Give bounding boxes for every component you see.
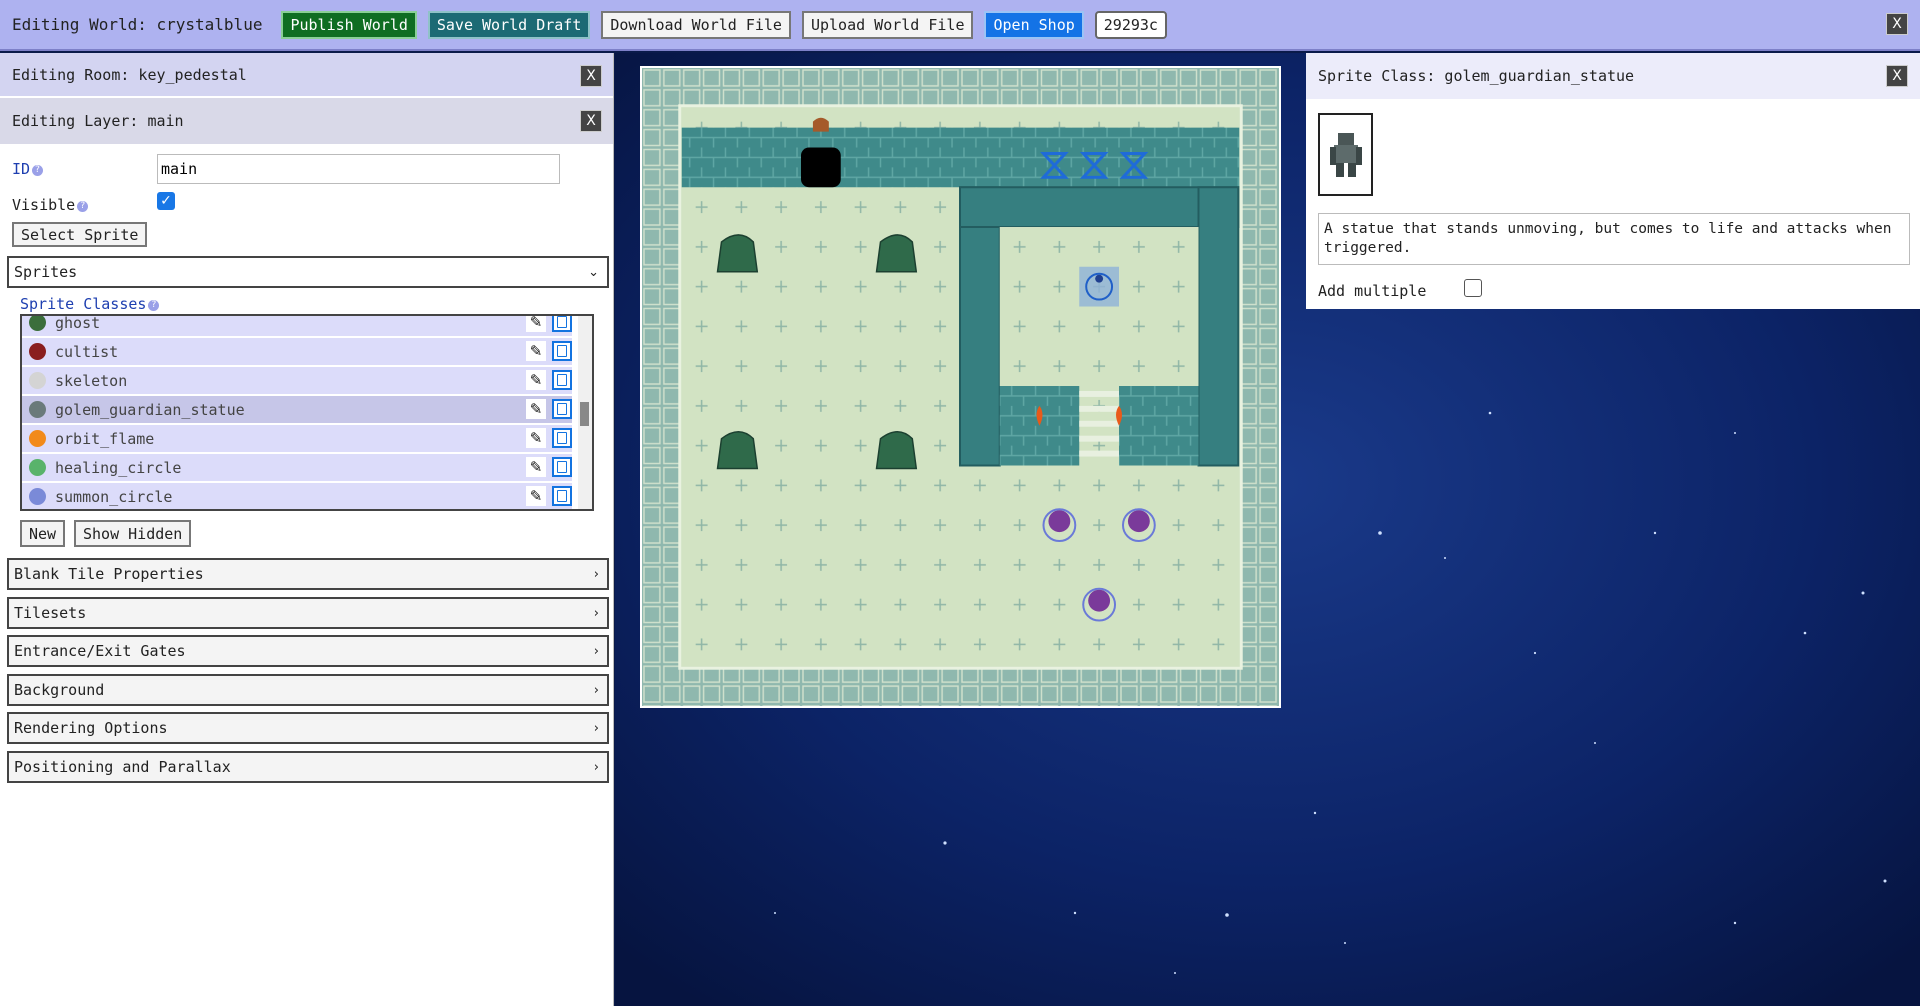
section-label: Positioning and Parallax <box>14 758 231 776</box>
layer-title: Editing Layer: main <box>12 112 184 130</box>
pencil-icon[interactable]: ✎ <box>526 486 546 506</box>
flame-icon <box>29 430 46 447</box>
positioning-parallax-section[interactable]: Positioning and Parallax › <box>7 751 609 783</box>
sprite-class-item-selected[interactable]: golem_guardian_statue ✎ <box>22 396 572 423</box>
tilesets-section[interactable]: Tilesets › <box>7 597 609 629</box>
scrollbar-thumb[interactable] <box>580 402 589 426</box>
skeleton-icon <box>29 372 46 389</box>
pencil-icon[interactable]: ✎ <box>526 316 546 332</box>
healing-circle-icon <box>29 459 46 476</box>
copy-icon[interactable] <box>552 428 572 448</box>
section-label: Rendering Options <box>14 719 168 737</box>
close-layer-button[interactable]: X <box>580 110 602 132</box>
close-editor-button[interactable]: X <box>1886 13 1908 35</box>
visible-label: Visible? <box>12 196 89 214</box>
sprite-class-item[interactable]: cultist ✎ <box>22 338 572 365</box>
layer-header: Editing Layer: main X <box>0 98 613 144</box>
publish-world-button[interactable]: Publish World <box>281 10 417 39</box>
sprite-class-item[interactable]: summon_circle ✎ <box>22 483 572 509</box>
chevron-right-icon: › <box>593 759 599 775</box>
open-shop-button[interactable]: Open Shop <box>984 10 1084 39</box>
rendering-options-section[interactable]: Rendering Options › <box>7 712 609 744</box>
golem-statue-icon <box>1329 132 1362 177</box>
background-section[interactable]: Background › <box>7 674 609 706</box>
golem-icon <box>29 401 46 418</box>
copy-icon[interactable] <box>552 399 572 419</box>
world-code-field[interactable]: 29293c <box>1094 10 1167 39</box>
copy-icon[interactable] <box>552 341 572 361</box>
chevron-right-icon: › <box>593 682 599 698</box>
sprites-section-header[interactable]: Sprites ⌄ <box>7 256 609 288</box>
sprite-classes-list: ghost ✎ cultist ✎ skeleton ✎ golem_guard… <box>20 314 594 511</box>
save-world-draft-button[interactable]: Save World Draft <box>427 10 591 39</box>
sprite-class-item[interactable]: healing_circle ✎ <box>22 454 572 481</box>
entrance-exit-gates-section[interactable]: Entrance/Exit Gates › <box>7 635 609 667</box>
show-hidden-button[interactable]: Show Hidden <box>74 520 192 547</box>
ghost-icon <box>29 316 46 331</box>
copy-icon[interactable] <box>552 316 572 332</box>
visible-checkbox[interactable]: ✓ <box>157 192 175 210</box>
help-icon[interactable]: ? <box>32 165 44 176</box>
summon-circle-icon <box>29 488 46 505</box>
room-header: Editing Room: key_pedestal X <box>0 53 613 98</box>
chevron-right-icon: › <box>593 605 599 621</box>
sprite-class-panel: Sprite Class: golem_guardian_statue X A … <box>1306 53 1920 309</box>
pencil-icon[interactable]: ✎ <box>526 428 546 448</box>
sprite-class-name: cultist <box>55 342 119 361</box>
section-label: Entrance/Exit Gates <box>14 642 186 660</box>
sprite-classes-label: Sprite Classes? <box>20 295 160 313</box>
sprite-class-description[interactable]: A statue that stands unmoving, but comes… <box>1318 213 1910 265</box>
help-icon[interactable]: ? <box>148 300 160 311</box>
id-label: ID? <box>12 160 44 178</box>
chevron-right-icon: › <box>593 720 599 736</box>
close-room-button[interactable]: X <box>580 65 602 87</box>
sprite-class-name: summon_circle <box>55 487 173 506</box>
add-multiple-label: Add multiple <box>1318 282 1427 300</box>
copy-icon[interactable] <box>552 486 572 506</box>
section-label: Blank Tile Properties <box>14 565 204 583</box>
section-label: Background <box>14 681 105 699</box>
copy-icon[interactable] <box>552 370 572 390</box>
sprite-class-header: Sprite Class: golem_guardian_statue X <box>1306 53 1920 99</box>
room-title: Editing Room: key_pedestal <box>12 65 247 84</box>
sprite-class-item[interactable]: orbit_flame ✎ <box>22 425 572 452</box>
upload-world-file-button[interactable]: Upload World File <box>801 10 974 39</box>
world-title: Editing World: crystalblue <box>12 15 263 34</box>
sprite-class-name: orbit_flame <box>55 429 155 448</box>
cultist-icon <box>29 343 46 360</box>
sprite-class-name: ghost <box>55 314 101 332</box>
copy-icon[interactable] <box>552 457 572 477</box>
pencil-icon[interactable]: ✎ <box>526 370 546 390</box>
sprite-class-name: golem_guardian_statue <box>55 400 245 419</box>
pencil-icon[interactable]: ✎ <box>526 399 546 419</box>
chevron-right-icon: › <box>593 566 599 582</box>
select-sprite-button[interactable]: Select Sprite <box>12 222 148 247</box>
help-icon[interactable]: ? <box>77 201 89 212</box>
section-label: Tilesets <box>14 604 87 622</box>
sprite-class-name: skeleton <box>55 371 128 390</box>
sprite-class-item[interactable]: ghost ✎ <box>22 314 572 336</box>
sprite-preview <box>1318 113 1373 196</box>
layer-id-input[interactable] <box>157 154 560 184</box>
sprite-class-item[interactable]: skeleton ✎ <box>22 367 572 394</box>
pencil-icon[interactable]: ✎ <box>526 457 546 477</box>
sprites-section-label: Sprites <box>14 263 78 281</box>
new-sprite-class-button[interactable]: New <box>20 520 66 547</box>
room-map-canvas[interactable] <box>640 66 1281 708</box>
pencil-icon[interactable]: ✎ <box>526 341 546 361</box>
sprite-class-name: healing_circle <box>55 458 182 477</box>
sprite-class-title: Sprite Class: golem_guardian_statue <box>1318 67 1635 85</box>
top-toolbar: Editing World: crystalblue Publish World… <box>0 0 1920 51</box>
close-sprite-class-button[interactable]: X <box>1886 65 1908 87</box>
chevron-right-icon: › <box>593 643 599 659</box>
blank-tile-properties-section[interactable]: Blank Tile Properties › <box>7 558 609 590</box>
list-scrollbar[interactable] <box>578 316 592 509</box>
chevron-down-icon: ⌄ <box>588 264 599 280</box>
download-world-file-button[interactable]: Download World File <box>601 10 791 39</box>
add-multiple-checkbox[interactable] <box>1464 279 1482 297</box>
